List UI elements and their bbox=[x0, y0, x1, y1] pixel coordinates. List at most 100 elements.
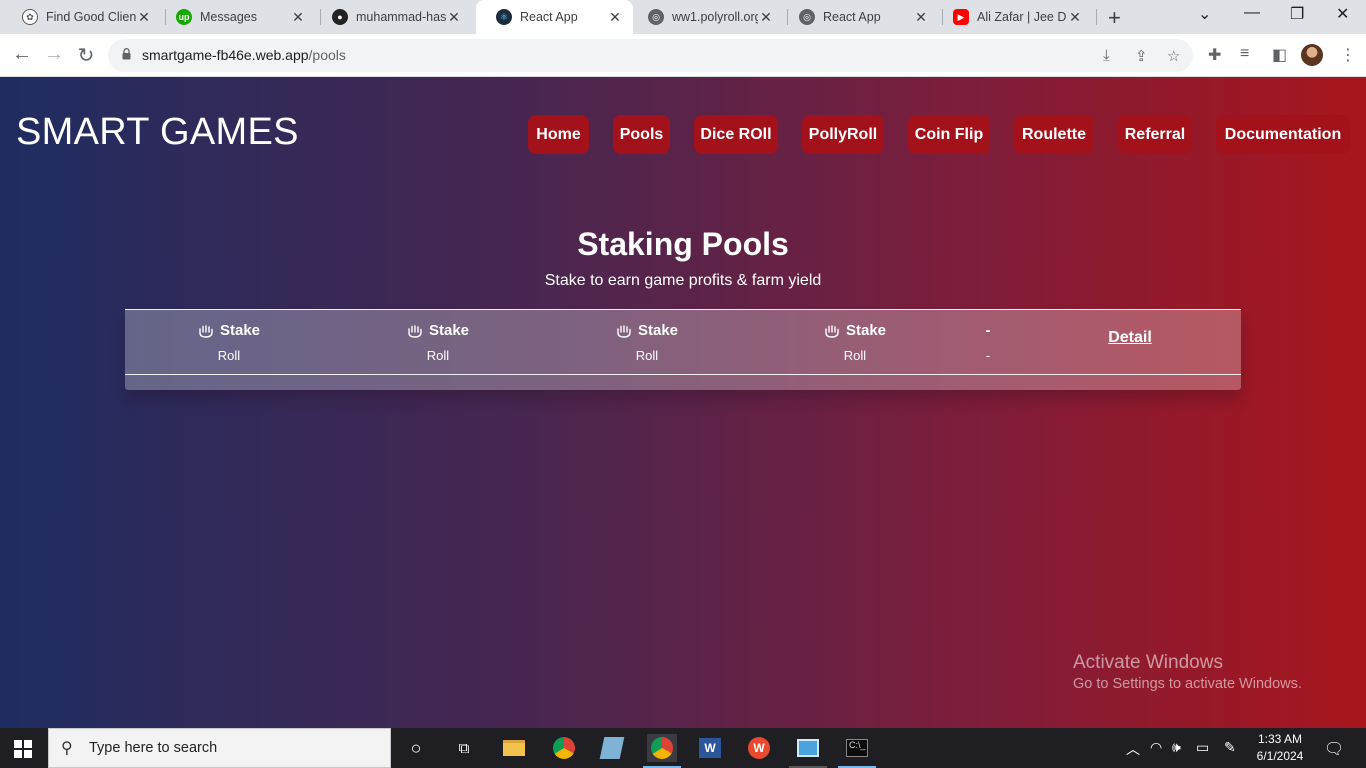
github-icon: ● bbox=[332, 9, 348, 25]
browser-tab[interactable]: ◎ React App ✕ bbox=[779, 0, 939, 34]
close-icon[interactable]: ✕ bbox=[290, 9, 306, 26]
close-icon[interactable]: ✕ bbox=[607, 9, 623, 26]
tab-divider bbox=[1096, 9, 1097, 25]
media-icon[interactable]: ≡ bbox=[1240, 45, 1249, 63]
browser-tab-active[interactable]: ⚛ React App ✕ bbox=[476, 0, 633, 34]
browser-tab[interactable]: ◎ ww1.polyroll.org/ ✕ bbox=[628, 0, 784, 34]
volume-icon[interactable]: 🕪 bbox=[1172, 739, 1181, 756]
taskbar: ⚲ Type here to search ○ ⧉ W W C:\_ ︿ ◠ 🕪… bbox=[0, 728, 1366, 768]
restore-button[interactable]: ❐ bbox=[1290, 4, 1304, 24]
pool-cell-header: Stake bbox=[845, 322, 887, 339]
new-tab-button[interactable]: + bbox=[1108, 5, 1121, 31]
hand-icon bbox=[199, 324, 213, 338]
nav-home-button[interactable]: Home bbox=[528, 115, 589, 154]
pool-cell-value: - bbox=[985, 348, 991, 363]
back-button[interactable]: ← bbox=[10, 43, 34, 66]
clock-time: 1:33 AM bbox=[1257, 732, 1303, 746]
pool-cell: - - bbox=[908, 322, 1068, 363]
pen-icon[interactable]: ✎ bbox=[1224, 739, 1236, 756]
network-icon[interactable]: ◠ bbox=[1150, 739, 1162, 756]
windows-start-icon[interactable] bbox=[14, 740, 32, 758]
file-explorer-icon[interactable] bbox=[499, 734, 529, 762]
side-panel-icon[interactable]: ◧ bbox=[1272, 45, 1287, 65]
minimize-button[interactable]: — bbox=[1244, 4, 1260, 22]
activation-watermark-subtitle: Go to Settings to activate Windows. bbox=[1073, 676, 1302, 692]
close-icon[interactable]: ✕ bbox=[446, 9, 462, 26]
tab-title: Find Good Clients bbox=[46, 10, 136, 24]
share-icon[interactable]: ⇪ bbox=[1135, 47, 1148, 65]
tab-title: ww1.polyroll.org/ bbox=[672, 10, 758, 24]
terminal-icon[interactable]: C:\_ bbox=[838, 734, 876, 768]
profile-avatar[interactable] bbox=[1301, 44, 1323, 66]
taskbar-search-placeholder: Type here to search bbox=[89, 740, 218, 756]
nav-dice-roll-button[interactable]: Dice ROll bbox=[694, 115, 778, 154]
forward-button[interactable]: → bbox=[42, 43, 66, 66]
pool-cell-header: Stake bbox=[219, 322, 261, 339]
browser-tab[interactable]: ● muhammad-hass ✕ bbox=[312, 0, 472, 34]
browser-tab[interactable]: up Messages ✕ bbox=[156, 0, 316, 34]
chrome-profile-icon[interactable] bbox=[643, 734, 681, 768]
lock-icon[interactable] bbox=[122, 48, 131, 60]
pool-table: Stake Roll Stake Roll Stake Roll Stake R… bbox=[125, 309, 1241, 390]
close-icon[interactable]: ✕ bbox=[913, 9, 929, 26]
nav-roulette-button[interactable]: Roulette bbox=[1014, 115, 1094, 154]
control-panel-icon[interactable] bbox=[789, 734, 827, 768]
pool-cell-header: - bbox=[985, 322, 991, 339]
globe-icon: ◎ bbox=[648, 9, 664, 25]
taskbar-clock[interactable]: 1:33 AM 6/1/2024 bbox=[1255, 731, 1305, 765]
pool-cell-header: Stake bbox=[637, 322, 679, 339]
close-icon[interactable]: ✕ bbox=[758, 9, 774, 26]
nav-coin-flip-button[interactable]: Coin Flip bbox=[908, 115, 990, 154]
clock-date: 6/1/2024 bbox=[1256, 749, 1304, 763]
close-icon[interactable]: ✕ bbox=[136, 9, 152, 26]
word-icon[interactable]: W bbox=[695, 734, 725, 762]
tab-title: React App bbox=[823, 10, 881, 24]
extensions-icon[interactable]: ✚ bbox=[1208, 45, 1221, 65]
nav-pollyroll-button[interactable]: PollyRoll bbox=[802, 115, 884, 154]
hand-icon bbox=[408, 324, 422, 338]
pool-cell-value: Roll bbox=[217, 348, 241, 363]
tab-title: muhammad-hass bbox=[356, 10, 446, 24]
chevron-up-icon[interactable]: ︿ bbox=[1126, 739, 1140, 759]
notes-app-icon[interactable] bbox=[597, 734, 627, 762]
pool-cell-value: Roll bbox=[635, 348, 659, 363]
page-subtitle: Stake to earn game profits & farm yield bbox=[544, 272, 822, 289]
hand-icon bbox=[825, 324, 839, 338]
page-title: Staking Pools bbox=[577, 226, 789, 262]
menu-icon[interactable]: ⋮ bbox=[1340, 45, 1356, 65]
browser-tab[interactable]: ▶ Ali Zafar | Jee Dh ✕ bbox=[933, 0, 1093, 34]
pool-detail-link[interactable]: Detail bbox=[1085, 329, 1175, 347]
cortana-icon[interactable]: ○ bbox=[401, 734, 431, 762]
youtube-icon: ▶ bbox=[953, 9, 969, 25]
chrome-icon[interactable] bbox=[549, 734, 579, 762]
activation-watermark-title: Activate Windows bbox=[1073, 652, 1223, 673]
taskbar-search-box[interactable]: ⚲ Type here to search bbox=[48, 728, 391, 768]
browser-tab[interactable]: ✿ Find Good Clients ✕ bbox=[2, 0, 162, 34]
url-host: smartgame-fb46e.web.app bbox=[142, 47, 309, 63]
nav-pools-button[interactable]: Pools bbox=[613, 115, 670, 154]
reload-button[interactable]: ↻ bbox=[74, 43, 98, 68]
bookmark-star-icon[interactable]: ☆ bbox=[1167, 47, 1180, 65]
search-icon: ⚲ bbox=[61, 740, 73, 757]
tab-search-icon[interactable]: ⌄ bbox=[1198, 4, 1211, 24]
tab-title: Ali Zafar | Jee Dh bbox=[977, 10, 1067, 24]
nav-referral-button[interactable]: Referral bbox=[1118, 115, 1192, 154]
site-brand[interactable]: SMART GAMES bbox=[16, 111, 299, 154]
url-path: /pools bbox=[308, 47, 346, 63]
browser-toolbar: ← → ↻ smartgame-fb46e.web.app/pools ⤓ ⇪ … bbox=[0, 34, 1366, 77]
tab-title: Messages bbox=[200, 10, 257, 24]
pool-cell: Stake Roll bbox=[149, 322, 309, 363]
globe-icon: ◎ bbox=[799, 9, 815, 25]
close-window-button[interactable]: ✕ bbox=[1336, 4, 1349, 24]
nav-documentation-button[interactable]: Documentation bbox=[1216, 115, 1350, 154]
install-icon[interactable]: ⤓ bbox=[1103, 47, 1110, 64]
task-view-icon[interactable]: ⧉ bbox=[449, 734, 479, 762]
close-icon[interactable]: ✕ bbox=[1067, 9, 1083, 26]
openai-icon: ✿ bbox=[22, 9, 38, 25]
battery-icon[interactable]: ▭ bbox=[1196, 739, 1209, 756]
upwork-icon: up bbox=[176, 9, 192, 25]
page-content: SMART GAMES Home Pools Dice ROll PollyRo… bbox=[0, 77, 1366, 728]
address-bar[interactable]: smartgame-fb46e.web.app/pools ⤓ ⇪ ☆ bbox=[108, 39, 1193, 72]
wps-office-icon[interactable]: W bbox=[744, 734, 774, 762]
notification-icon[interactable]: 🗨 bbox=[1324, 739, 1344, 759]
